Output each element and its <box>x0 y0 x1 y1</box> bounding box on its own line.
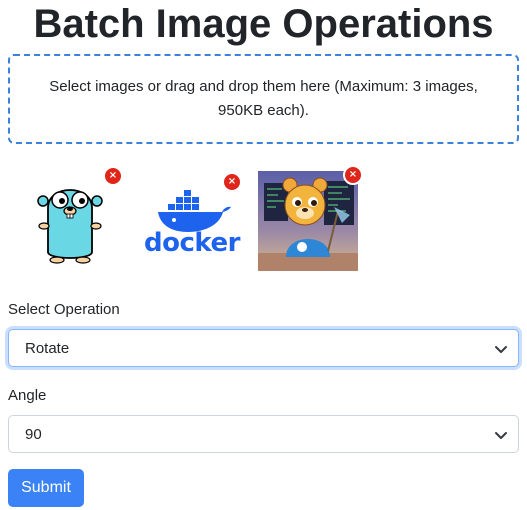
dropzone-text: Select images or drag and drop them here… <box>49 78 478 119</box>
thumbnail-docker: docker <box>144 184 240 258</box>
operation-select[interactable]: Rotate <box>8 329 519 367</box>
angle-label: Angle <box>8 387 47 404</box>
chevron-down-icon <box>495 432 507 439</box>
thumbnail-gopher <box>35 178 105 266</box>
image-dropzone[interactable]: Select images or drag and drop them here… <box>8 54 519 144</box>
angle-select[interactable]: 90 <box>8 415 519 453</box>
gopher-image <box>37 189 103 264</box>
close-icon: × <box>108 170 118 181</box>
submit-button[interactable]: Submit <box>8 469 84 507</box>
close-icon: × <box>227 176 237 187</box>
docker-logo-image <box>158 190 231 232</box>
page-title: Batch Image Operations <box>33 2 494 46</box>
thumbnail-bear-developer <box>258 171 358 271</box>
remove-image-button-2[interactable]: × <box>222 172 242 192</box>
operation-label: Select Operation <box>8 301 120 318</box>
submit-button-label: Submit <box>21 479 71 496</box>
remove-image-button-3[interactable]: × <box>343 165 363 185</box>
close-icon: × <box>348 169 358 180</box>
chevron-down-icon <box>495 346 507 353</box>
docker-logo-text: docker <box>144 228 240 258</box>
bear-developer-image <box>258 171 358 271</box>
operation-select-value: Rotate <box>25 339 70 357</box>
remove-image-button-1[interactable]: × <box>103 166 123 186</box>
angle-select-value: 90 <box>25 425 42 443</box>
